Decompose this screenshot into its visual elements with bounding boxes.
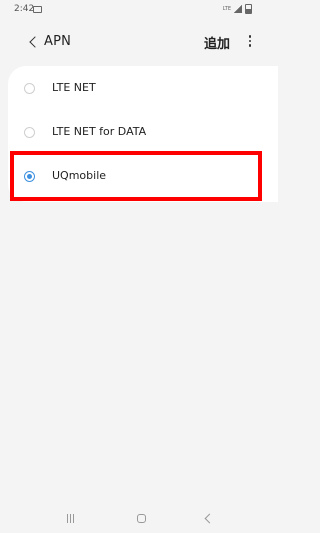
apn-list: LTE NET LTE NET for DATA UQmobile — [8, 66, 278, 202]
add-button[interactable]: 追加 — [204, 33, 230, 52]
battery-icon — [245, 4, 252, 14]
recents-bar-icon — [72, 514, 74, 523]
recents-bar-icon — [66, 514, 68, 523]
status-icons: LTE — [223, 4, 252, 14]
chevron-left-icon — [29, 36, 41, 48]
radio-button[interactable] — [24, 83, 35, 94]
apn-item-lte-net-for-data[interactable]: LTE NET for DATA — [8, 112, 266, 156]
home-button[interactable] — [137, 514, 146, 523]
status-time: 2:42 — [14, 4, 35, 14]
apn-item-lte-net[interactable]: LTE NET — [8, 68, 266, 112]
navigation-bar — [0, 506, 266, 533]
recents-bar-icon — [69, 514, 71, 523]
back-button[interactable] — [22, 30, 46, 54]
page-title: APN — [44, 34, 72, 49]
apn-label: LTE NET for DATA — [52, 125, 147, 138]
nav-back-button[interactable] — [204, 513, 215, 524]
apn-label: UQmobile — [52, 169, 107, 182]
more-options-button[interactable] — [244, 31, 256, 51]
more-dot-icon — [248, 44, 252, 47]
recent-apps-button[interactable] — [65, 514, 75, 523]
image-notification-icon — [33, 6, 42, 13]
more-dot-icon — [248, 35, 252, 38]
more-dot-icon — [248, 39, 252, 43]
signal-icon — [234, 5, 242, 13]
apn-label: LTE NET — [52, 81, 96, 94]
app-bar: APN 追加 — [0, 22, 266, 66]
apn-item-uqmobile[interactable]: UQmobile — [8, 156, 266, 200]
radio-button[interactable] — [24, 127, 35, 138]
status-bar: 2:42 LTE — [0, 0, 266, 22]
lte-indicator: LTE — [222, 6, 231, 12]
radio-button-selected[interactable] — [24, 171, 35, 182]
